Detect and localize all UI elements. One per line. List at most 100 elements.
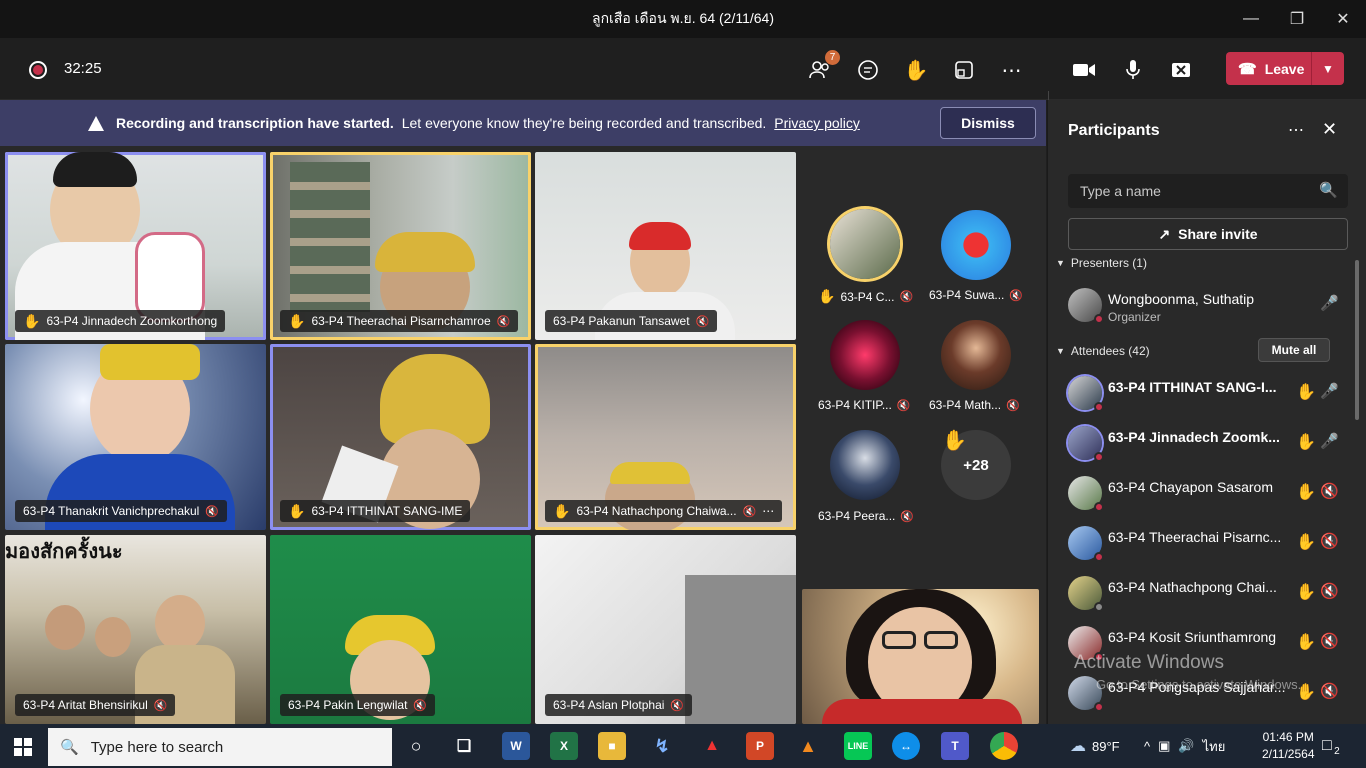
microphone-icon[interactable]: 🎤 (1320, 432, 1339, 450)
participant-search-input[interactable] (1080, 183, 1310, 199)
edge-icon[interactable]: ↯ (648, 732, 676, 760)
teams-icon[interactable]: T (941, 732, 969, 760)
raise-hand-button[interactable]: ✋ (902, 56, 930, 84)
attendee-name: 63-P4 Kosit Sriunthamrong (1108, 629, 1277, 645)
mic-off-icon[interactable]: 🔇 (1320, 532, 1339, 550)
tile-label: ✋ 63-P4 Nathachpong Chaiwa... 🔇 ⋯ (545, 500, 783, 522)
chat-button[interactable] (854, 56, 882, 84)
close-window-icon[interactable]: ✕ (1320, 0, 1366, 38)
presenter-row[interactable]: Wongboonma, Suthatip Organizer 🎤 (1048, 280, 1348, 330)
panel-scrollbar[interactable] (1355, 260, 1359, 420)
tile-more-icon[interactable]: ⋯ (762, 504, 774, 518)
cortana-icon[interactable]: ○ (402, 732, 430, 760)
leave-label: Leave (1264, 60, 1305, 77)
video-tile[interactable]: ✋ 63-P4 Theerachai Pisarnchamroe 🔇 (270, 152, 531, 340)
leave-button[interactable]: ☎ Leave ▼ (1226, 52, 1344, 85)
mic-off-icon: 🔇 (899, 291, 914, 303)
task-view-icon[interactable]: ❏ (450, 732, 478, 760)
presenters-header[interactable]: ▼ Presenters (1) (1056, 256, 1147, 270)
file-explorer-icon[interactable]: ■ (598, 732, 626, 760)
yellow-scarf (100, 344, 200, 380)
teamviewer-icon[interactable]: ↔ (892, 732, 920, 760)
minimize-icon[interactable]: — (1228, 0, 1274, 38)
maximize-icon[interactable]: ❐ (1274, 0, 1320, 38)
vlc-icon[interactable]: ▲ (794, 732, 822, 760)
participants-button[interactable]: 7 (806, 50, 840, 84)
tray-chevron-icon[interactable]: ^ (1144, 739, 1150, 754)
attendee-row[interactable]: 63-P4 Theerachai Pisarnc... ✋ 🔇 (1048, 518, 1348, 568)
video-tile[interactable]: มองสักครั้งนะ 63-P4 Aritat Bhensirikul 🔇 (5, 535, 266, 724)
share-invite-button[interactable]: ↗ Share invite (1068, 218, 1348, 250)
raised-hand-icon: ✋ (23, 312, 41, 329)
privacy-policy-link[interactable]: Privacy policy (774, 115, 860, 131)
network-icon[interactable]: ▣ (1158, 738, 1170, 754)
avatar-name: 63-P4 Peera... (818, 509, 896, 523)
excel-icon[interactable]: X (550, 732, 578, 760)
self-view-tile[interactable] (802, 589, 1039, 724)
avatar-name: 63-P4 KITIP... (818, 398, 892, 412)
yellow-scarf (610, 462, 690, 484)
participant-search[interactable]: 🔍 (1068, 174, 1348, 208)
mic-button[interactable] (1119, 56, 1147, 84)
participant-avatar[interactable] (830, 430, 900, 500)
search-icon[interactable]: 🔍 (1319, 181, 1338, 199)
mic-off-icon: 🔇 (413, 699, 428, 712)
line-icon[interactable]: LINE (844, 732, 872, 760)
mic-off-icon: 🔇 (1009, 289, 1024, 302)
video-tile[interactable]: ✋ 63-P4 Jinnadech Zoomkorthong (5, 152, 266, 340)
panel-title: Participants (1068, 122, 1160, 139)
taskbar-clock[interactable]: 01:46 PM 2/11/2564 (1262, 729, 1315, 763)
dismiss-button[interactable]: Dismiss (940, 107, 1036, 139)
weather-widget[interactable]: ☁ 89°F (1070, 724, 1120, 768)
more-actions-button[interactable]: ⋯ (998, 56, 1026, 84)
microphone-icon[interactable]: 🎤 (1320, 382, 1339, 400)
microphone-icon[interactable]: 🎤 (1320, 294, 1339, 312)
volume-icon[interactable]: 🔊 (1178, 738, 1194, 754)
system-tray: ^ ▣ 🔊 ไทย (1144, 724, 1225, 768)
acrobat-icon[interactable]: ▲ (698, 732, 726, 760)
camera-button[interactable] (1070, 56, 1098, 84)
attendee-row[interactable]: 63-P4 ITTHINAT SANG-I... ✋ 🎤 (1048, 368, 1348, 418)
attendees-header[interactable]: ▼ Attendees (42) (1056, 344, 1150, 358)
video-tile[interactable]: 63-P4 Aslan Plotphai 🔇 (535, 535, 796, 724)
video-tile[interactable]: 63-P4 Pakin Lengwilat 🔇 (270, 535, 531, 724)
mic-off-icon[interactable]: 🔇 (1320, 482, 1339, 500)
attendees-label: Attendees (42) (1070, 344, 1150, 358)
share-screen-button[interactable] (1167, 56, 1195, 84)
chrome-icon[interactable] (990, 732, 1018, 760)
leave-main[interactable]: ☎ Leave (1226, 52, 1312, 85)
video-tile[interactable]: ✋ 63-P4 ITTHINAT SANG-IME (270, 344, 531, 530)
panel-more-icon[interactable]: ⋯ (1288, 120, 1304, 140)
collapse-chevron-icon: ▼ (1056, 346, 1065, 356)
attendee-row[interactable]: 63-P4 Pongsapas Sajjahar... ✋ 🔇 (1048, 668, 1348, 718)
glasses-left (882, 631, 916, 649)
taskbar-search[interactable]: 🔍 Type here to search (48, 728, 392, 766)
mic-off-icon[interactable]: 🔇 (1320, 582, 1339, 600)
video-tile[interactable]: 63-P4 Thanakrit Vanichprechakul 🔇 (5, 344, 266, 530)
attendee-name: 63-P4 Chayapon Sasarom (1108, 479, 1273, 495)
input-language[interactable]: ไทย (1203, 736, 1226, 757)
word-icon[interactable]: W (502, 732, 530, 760)
mic-off-icon[interactable]: 🔇 (1320, 682, 1339, 700)
mic-off-icon[interactable]: 🔇 (1320, 632, 1339, 650)
mute-all-button[interactable]: Mute all (1258, 338, 1330, 362)
leave-dropdown-chevron-icon[interactable]: ▼ (1312, 62, 1344, 76)
panel-close-icon[interactable]: ✕ (1322, 119, 1337, 140)
participant-avatar[interactable] (830, 209, 900, 279)
rooms-button[interactable] (950, 56, 978, 84)
participant-avatar[interactable] (941, 320, 1011, 390)
attendee-row[interactable]: 63-P4 Chayapon Sasarom ✋ 🔇 (1048, 468, 1348, 518)
raised-hand-icon: ✋ (942, 430, 967, 452)
attendee-row[interactable]: 63-P4 Jinnadech Zoomk... ✋ 🎤 (1048, 418, 1348, 468)
participant-avatar[interactable] (830, 320, 900, 390)
tile-name: 63-P4 Aslan Plotphai (553, 698, 665, 712)
participant-avatar[interactable] (941, 210, 1011, 280)
video-tile[interactable]: ✋ 63-P4 Nathachpong Chaiwa... 🔇 ⋯ (535, 344, 796, 530)
windows-start-icon[interactable] (14, 738, 32, 756)
notification-center-icon[interactable]: □ 2 (1322, 724, 1340, 768)
mic-off-icon: 🔇 (1006, 399, 1020, 412)
video-tile[interactable]: 63-P4 Pakanun Tansawet 🔇 (535, 152, 796, 340)
attendee-row[interactable]: 63-P4 Nathachpong Chai... ✋ 🔇 (1048, 568, 1348, 618)
powerpoint-icon[interactable]: P (746, 732, 774, 760)
tile-label: ✋ 63-P4 Jinnadech Zoomkorthong (15, 310, 226, 332)
